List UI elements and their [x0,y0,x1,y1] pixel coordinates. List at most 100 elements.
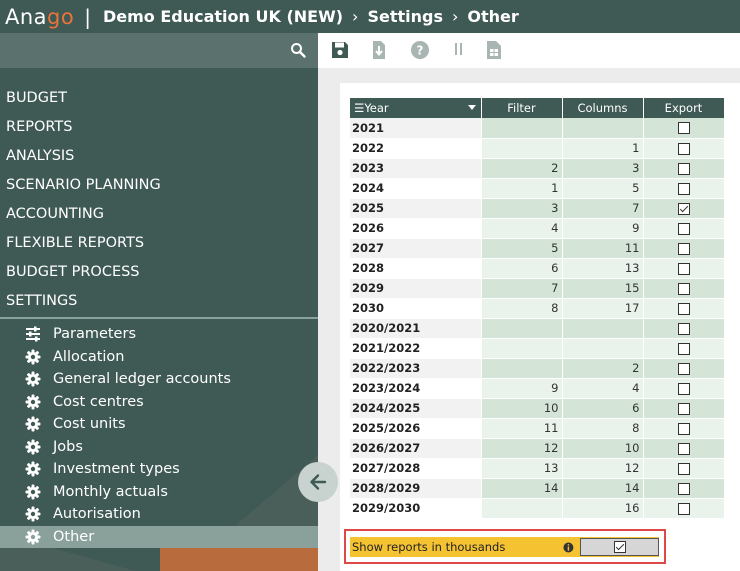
columns-cell[interactable]: 17 [562,298,644,319]
columns-cell[interactable]: 7 [562,198,644,219]
columns-cell[interactable]: 15 [562,278,644,299]
export-checkbox[interactable] [677,242,690,255]
export-checkbox[interactable] [677,502,690,515]
table-row: 2020/2021 [350,318,725,339]
column-header-year[interactable]: ☰Year [350,98,482,118]
menu-analysis[interactable]: ANALYSIS [0,142,318,171]
sidebar-item-jobs[interactable]: Jobs [0,436,318,459]
filter-cell[interactable] [481,138,563,159]
column-header-columns[interactable]: Columns [562,98,644,118]
export-checkbox[interactable] [677,302,690,315]
columns-cell[interactable]: 16 [562,498,644,519]
export-checkbox[interactable] [677,342,690,355]
columns-cell[interactable] [562,318,644,339]
filter-cell[interactable]: 4 [481,218,563,239]
menu-icon[interactable]: ☰ [354,101,364,115]
filter-cell[interactable]: 14 [481,478,563,499]
menu-scenario-planning[interactable]: SCENARIO PLANNING [0,171,318,200]
filter-cell[interactable] [481,498,563,519]
columns-cell[interactable]: 8 [562,418,644,439]
filter-cell[interactable]: 2 [481,158,563,179]
export-checkbox[interactable] [677,422,690,435]
export-checkbox[interactable] [677,262,690,275]
column-divider-icon[interactable] [449,40,469,60]
download-file-icon[interactable] [369,40,389,60]
export-checkbox[interactable] [677,402,690,415]
menu-settings[interactable]: SETTINGS [0,287,318,316]
export-checkbox[interactable] [677,122,690,135]
column-header-export[interactable]: Export [643,98,725,118]
columns-cell[interactable]: 6 [562,398,644,419]
columns-cell[interactable]: 1 [562,138,644,159]
export-checkbox[interactable] [677,462,690,475]
menu-budget[interactable]: BUDGET [0,84,318,113]
export-checkbox[interactable] [677,162,690,175]
filter-cell[interactable]: 5 [481,238,563,259]
columns-cell[interactable]: 13 [562,258,644,279]
columns-cell[interactable]: 3 [562,158,644,179]
sidebar-item-investment-types[interactable]: Investment types [0,458,318,481]
filter-cell[interactable]: 13 [481,458,563,479]
export-checkbox[interactable] [677,282,690,295]
show-in-thousands-checkbox[interactable] [613,541,626,553]
menu-reports[interactable]: REPORTS [0,113,318,142]
export-checkbox[interactable] [677,362,690,375]
sidebar-item-autorisation[interactable]: Autorisation [0,503,318,526]
column-header-filter[interactable]: Filter [481,98,563,118]
breadcrumb-company[interactable]: Demo Education UK (NEW) [103,7,343,26]
filter-cell[interactable]: 10 [481,398,563,419]
columns-cell[interactable] [562,118,644,139]
columns-cell[interactable]: 11 [562,238,644,259]
filter-cell[interactable]: 3 [481,198,563,219]
search-icon[interactable] [290,42,306,58]
filter-cell[interactable]: 8 [481,298,563,319]
menu-accounting[interactable]: ACCOUNTING [0,200,318,229]
export-checkbox[interactable] [677,182,690,195]
chevron-down-icon[interactable] [467,105,476,110]
help-icon[interactable]: ? [410,40,430,60]
columns-cell[interactable]: 2 [562,358,644,379]
columns-cell[interactable]: 14 [562,478,644,499]
breadcrumb-settings[interactable]: Settings [367,7,443,26]
menu-flexible-reports[interactable]: FLEXIBLE REPORTS [0,229,318,258]
filter-cell[interactable] [481,318,563,339]
table-row: 2026 4 9 [350,218,725,239]
export-checkbox[interactable] [677,202,690,215]
columns-cell[interactable] [562,338,644,359]
sidebar-item-cost-centres[interactable]: Cost centres [0,391,318,414]
export-checkbox[interactable] [677,482,690,495]
filter-cell[interactable] [481,118,563,139]
columns-cell[interactable]: 12 [562,458,644,479]
filter-cell[interactable]: 12 [481,438,563,459]
columns-cell[interactable]: 10 [562,438,644,459]
filter-cell[interactable] [481,358,563,379]
filter-cell[interactable]: 6 [481,258,563,279]
export-checkbox[interactable] [677,142,690,155]
filter-cell[interactable]: 7 [481,278,563,299]
collapse-sidebar-button[interactable] [298,462,338,502]
breadcrumb-other: Other [467,7,519,26]
sidebar-item-other[interactable]: Other [0,525,318,548]
export-checkbox[interactable] [677,222,690,235]
sidebar-item-general-ledger-accounts[interactable]: General ledger accounts [0,368,318,391]
export-checkbox[interactable] [677,322,690,335]
sidebar-item-parameters[interactable]: Parameters [0,323,318,346]
info-icon[interactable] [563,542,574,553]
sidebar-search-bar[interactable] [0,33,318,68]
save-icon[interactable] [330,40,350,60]
spreadsheet-icon[interactable] [484,40,504,60]
columns-cell[interactable]: 5 [562,178,644,199]
sidebar-item-allocation[interactable]: Allocation [0,346,318,369]
menu-budget-process[interactable]: BUDGET PROCESS [0,258,318,287]
filter-cell[interactable]: 9 [481,378,563,399]
anago-logo[interactable]: Anago [5,5,74,29]
columns-cell[interactable]: 9 [562,218,644,239]
sidebar-item-monthly-actuals[interactable]: Monthly actuals [0,481,318,504]
export-checkbox[interactable] [677,382,690,395]
filter-cell[interactable] [481,338,563,359]
columns-cell[interactable]: 4 [562,378,644,399]
filter-cell[interactable]: 1 [481,178,563,199]
export-checkbox[interactable] [677,442,690,455]
sidebar-item-cost-units[interactable]: Cost units [0,413,318,436]
filter-cell[interactable]: 11 [481,418,563,439]
